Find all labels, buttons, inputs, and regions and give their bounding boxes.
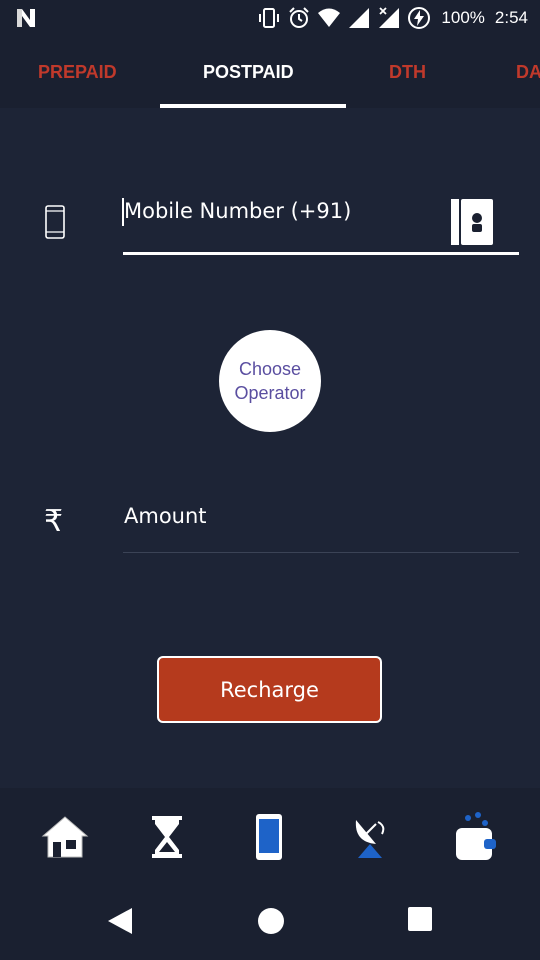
signal-no-data-icon — [379, 7, 400, 28]
mobile-icon[interactable] — [244, 812, 294, 862]
tab-bar: PREPAID POSTPAID DTH DA — [0, 36, 540, 108]
home-circle-icon[interactable] — [256, 906, 286, 936]
rupee-icon: ₹ — [44, 504, 64, 539]
system-navigation-bar — [0, 878, 540, 960]
mobile-number-underline — [123, 252, 519, 255]
status-bar: 100% 2:54 — [0, 0, 540, 36]
wifi-icon — [318, 8, 341, 27]
tab-postpaid[interactable]: POSTPAID — [203, 62, 294, 83]
vibrate-icon — [259, 8, 280, 28]
tab-data[interactable]: DA — [516, 62, 540, 83]
home-icon[interactable] — [40, 812, 90, 862]
battery-charging-icon — [408, 7, 431, 29]
n-logo-icon — [14, 6, 38, 34]
operator-label-line1: Choose — [238, 359, 302, 379]
amount-underline — [123, 552, 519, 553]
phone-icon — [45, 205, 65, 239]
recharge-button[interactable]: Recharge — [157, 656, 382, 723]
amount-input[interactable]: Amount — [124, 504, 207, 528]
mobile-number-input[interactable]: Mobile Number (+91) — [124, 199, 351, 223]
operator-label-line2: Operator — [234, 383, 306, 403]
battery-percent: 100% — [441, 8, 485, 27]
tab-prepaid[interactable]: PREPAID — [38, 62, 117, 83]
alarm-icon — [289, 7, 310, 28]
signal-icon — [349, 8, 370, 28]
wallet-icon[interactable] — [450, 812, 500, 862]
satellite-dish-icon[interactable] — [348, 812, 398, 862]
hourglass-icon[interactable] — [142, 812, 192, 862]
contact-book-icon[interactable] — [450, 198, 494, 246]
recharge-button-label: Recharge — [220, 677, 319, 702]
choose-operator-button[interactable]: Choose Operator — [219, 330, 321, 432]
tab-dth[interactable]: DTH — [389, 62, 426, 83]
bottom-navigation — [0, 788, 540, 878]
recents-icon[interactable] — [407, 906, 433, 932]
clock: 2:54 — [494, 8, 528, 27]
back-icon[interactable] — [106, 906, 134, 936]
